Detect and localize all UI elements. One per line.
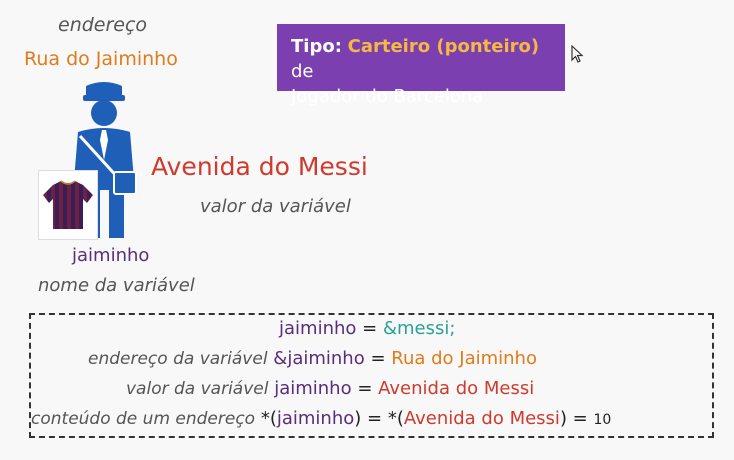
soccer-jersey-icon [43,180,93,229]
code-line-2-value: Rua do Jaiminho [391,348,537,369]
code-line-4: conteúdo de um endereço *(jaiminho) = *(… [31,408,611,429]
code-line-1-value: &messi; [382,318,456,339]
type-box-line1: Tipo: Carteiro (ponteiro) de [291,34,555,84]
code-line-1: jaiminho = &messi; [279,318,455,339]
street-value: Rua do Jaiminho [24,48,178,70]
code-line-1-var: jaiminho [279,318,357,339]
code-line-2-label: endereço da variável [88,349,268,369]
code-line-3-label: valor da variável [126,379,269,399]
variable-name-label: nome da variável [38,275,195,296]
code-line-2: endereço da variável &jaiminho = Rua do … [88,348,537,369]
jersey-card [38,170,98,240]
address-label: endereço [58,14,148,36]
code-line-4-close2: ) = [559,408,594,429]
variable-name: jaiminho [72,245,150,266]
type-highlight: Carteiro (ponteiro) [347,36,540,57]
type-box-line2: Jogador do Barcelona [291,86,484,107]
code-line-3-var: jaiminho [274,378,352,399]
code-line-2-var: &jaiminho [273,348,365,369]
code-line-1-eq: = [356,318,383,339]
code-line-4-value: Avenida do Messi [403,408,560,429]
type-suffix: de [291,61,314,82]
code-line-4-var: jaiminho [276,408,355,429]
variable-value-label: valor da variável [200,196,351,217]
code-line-4-star: *( [260,408,277,429]
code-line-4-close: ) = *( [354,408,404,429]
type-box: Tipo: Carteiro (ponteiro) de Jogador do … [277,24,565,107]
avenue-value: Avenida do Messi [151,152,368,181]
type-prefix: Tipo: [291,36,342,57]
code-line-2-eq: = [364,348,392,369]
code-line-4-result: 10 [593,412,612,428]
code-line-4-label: conteúdo de um endereço [31,409,256,429]
code-line-3: valor da variável jaiminho = Avenida do … [126,378,534,399]
code-line-3-value: Avenida do Messi [378,378,535,399]
code-line-3-eq: = [351,378,379,399]
mouse-cursor-icon [571,45,584,63]
